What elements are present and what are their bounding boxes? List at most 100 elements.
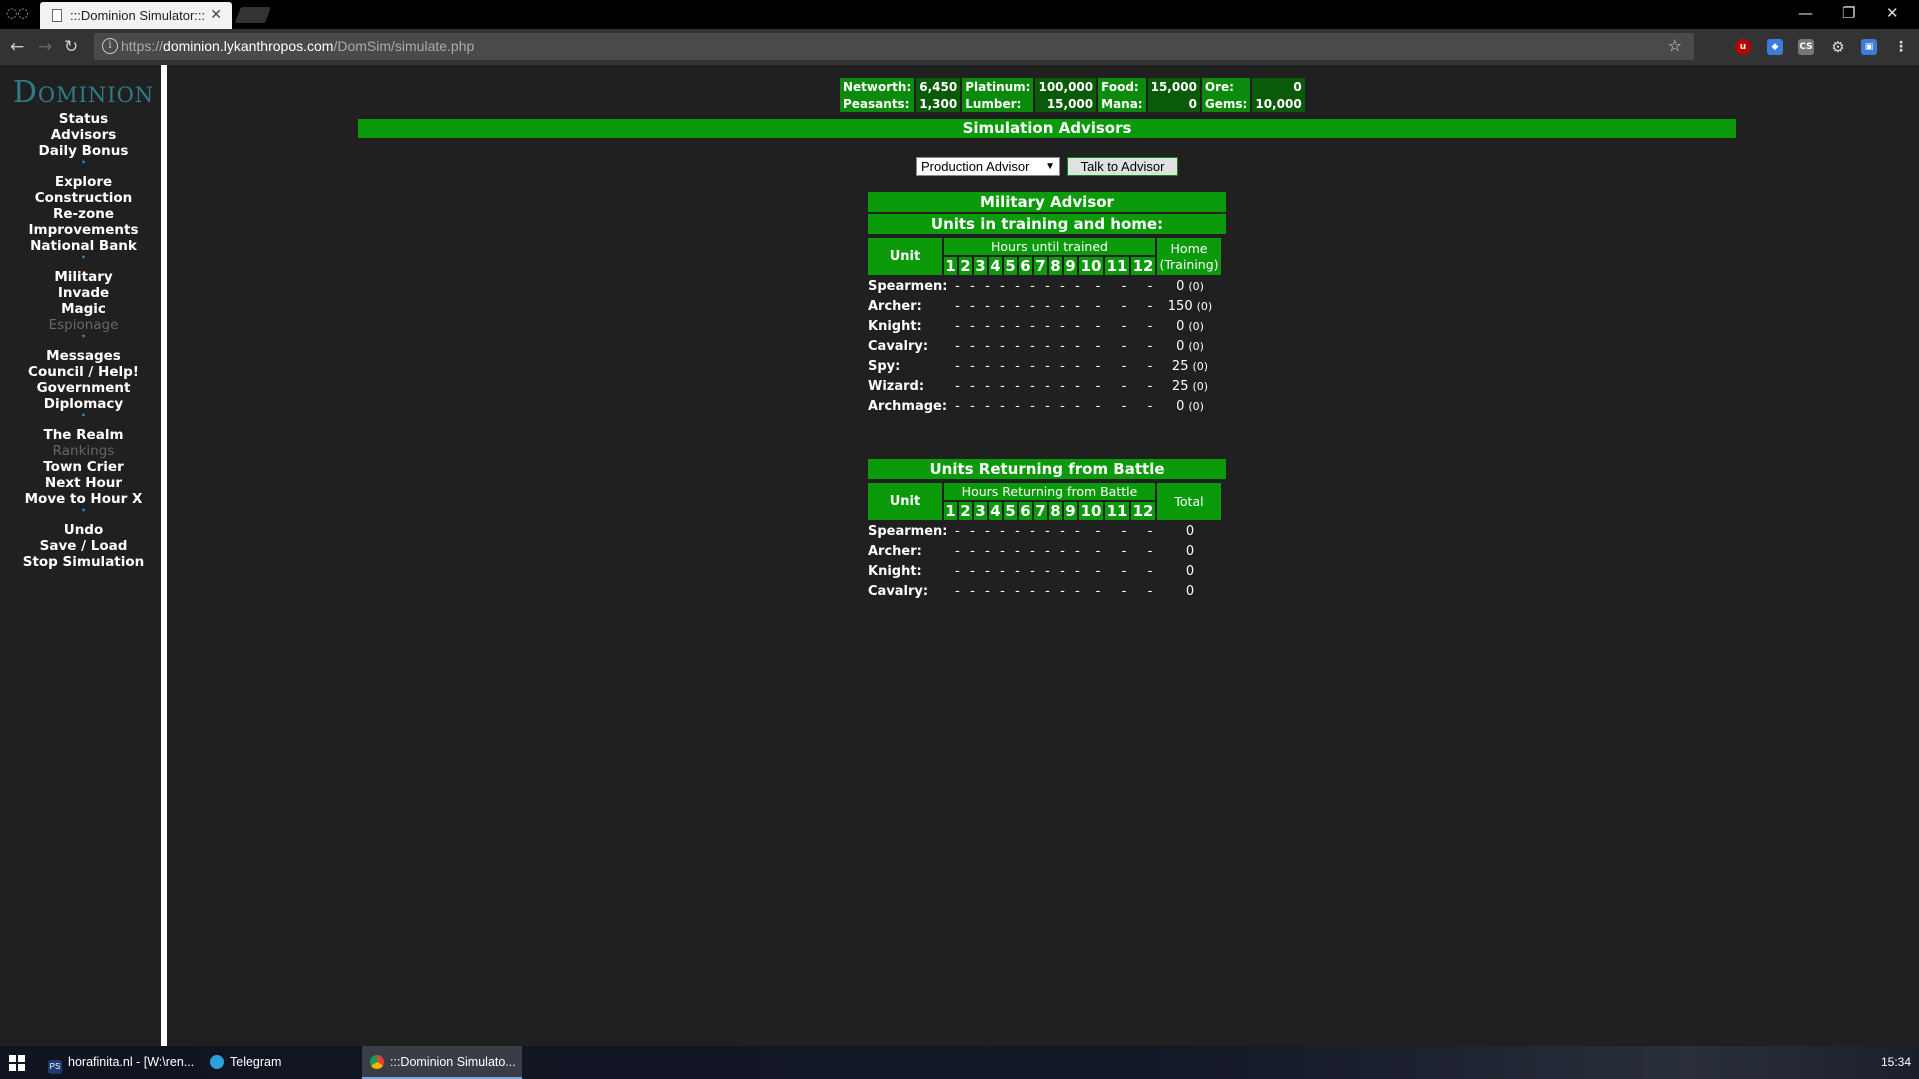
hour-cell: - [1075,279,1080,294]
hour-cell: - [1121,564,1127,579]
browser-tab[interactable]: :::Dominion Simulator::: ✕ [40,2,232,29]
hour-cell: - [1000,279,1005,294]
extension-icon[interactable]: ◆ [1767,39,1783,55]
sidebar-item-next-hour[interactable]: Next Hour [0,475,167,491]
site-info-icon[interactable]: i [102,38,118,54]
hour-cell: - [985,524,990,539]
hour-cell: - [1075,584,1080,599]
hour-cell: - [1000,379,1005,394]
sidebar-item-save-load[interactable]: Save / Load [0,538,167,554]
sidebar-item-diplomacy[interactable]: Diplomacy [0,396,167,412]
sidebar-item-the-realm[interactable]: The Realm [0,427,167,443]
reload-icon[interactable]: ↻ [64,37,78,57]
hour-cell: - [1015,299,1020,314]
training-title: Units in training and home: [868,214,1226,234]
hour-header: 6 [1019,502,1032,520]
hour-header: 10 [1079,502,1103,520]
sidebar-item-explore[interactable]: Explore [0,174,167,190]
sidebar-item-daily-bonus[interactable]: Daily Bonus [0,143,167,159]
windows-start-icon[interactable] [9,1055,25,1071]
sidebar-item-magic[interactable]: Magic [0,301,167,317]
hour-header: 10 [1079,257,1103,275]
unit-total: 25 (0) [1171,359,1209,374]
hour-cell: - [1030,319,1035,334]
extension-profile-icon[interactable]: ▣ [1861,39,1877,55]
sidebar-item-council-help[interactable]: Council / Help! [0,364,167,380]
chevron-down-icon: ▼ [1045,161,1055,172]
taskbar-item-chrome[interactable]: :::Dominion Simulato... [362,1046,522,1079]
hour-cell: - [1045,564,1050,579]
unit-total: 0 (0) [1176,319,1204,334]
sidebar-item-town-crier[interactable]: Town Crier [0,459,167,475]
sidebar-item-stop-simulation[interactable]: Stop Simulation [0,554,167,570]
back-icon[interactable]: ← [10,37,24,57]
unit-total: 0 [1185,584,1195,599]
hour-cell: - [1045,584,1050,599]
sidebar-item-improvements[interactable]: Improvements [0,222,167,238]
taskbar-item-telegram[interactable]: Telegram [206,1046,356,1079]
sidebar-item-move-to-hour-x[interactable]: Move to Hour X [0,491,167,507]
hour-header: 12 [1131,257,1155,275]
new-tab-button[interactable] [235,7,271,23]
sidebar-item-status[interactable]: Status [0,111,167,127]
browser-menu-icon[interactable]: ⋮ [1893,39,1909,55]
table-row: Spearmen: - - - - - - - - - - - - 0 [868,522,1226,542]
hour-cell: - [1060,279,1065,294]
talk-to-advisor-button[interactable]: Talk to Advisor [1067,157,1178,176]
tab-close-icon[interactable]: ✕ [210,7,222,23]
table-row: Spearmen: - - - - - - - - - - - - 0 (0) [868,277,1226,297]
peasants-value: 1,300 [916,95,961,112]
total-column-header: Total [1157,483,1221,520]
address-bar[interactable]: i https://dominion.lykanthropos.com/DomS… [94,33,1694,60]
hour-cell: - [1015,399,1020,414]
unit-total: 0 [1185,524,1195,539]
networth-value: 6,450 [916,78,961,95]
hour-cell: - [1060,544,1065,559]
hour-cells: ------------ [950,317,1163,337]
sidebar-item-military[interactable]: Military [0,269,167,285]
platinum-label: Platinum: [962,78,1034,95]
hour-cell: - [970,339,975,354]
menu-separator-icon: • [80,506,87,515]
hour-cell: - [1075,319,1080,334]
sidebar-item-invade[interactable]: Invade [0,285,167,301]
peasants-label: Peasants: [840,95,915,112]
hour-cell: - [1000,359,1005,374]
forward-icon[interactable]: → [38,37,52,57]
hour-cell: - [1060,399,1065,414]
bookmark-star-icon[interactable]: ☆ [1668,36,1682,55]
hour-cell: - [1075,564,1080,579]
sidebar-item-national-bank[interactable]: National Bank [0,238,167,254]
advisor-select[interactable]: Production Advisor ▼ [916,157,1060,176]
menu-separator-icon: • [80,411,87,420]
window-close-icon[interactable]: ✕ [1886,4,1899,22]
sidebar-item-government[interactable]: Government [0,380,167,396]
sidebar-item-re-zone[interactable]: Re-zone [0,206,167,222]
sidebar-item-advisors[interactable]: Advisors [0,127,167,143]
sidebar-item-construction[interactable]: Construction [0,190,167,206]
hour-header: 4 [989,257,1002,275]
minimize-icon[interactable]: — [1798,4,1813,22]
hour-cell: - [955,379,960,394]
hour-cell: - [970,299,975,314]
hour-cell: - [1045,279,1050,294]
unit-column-header: Unit [868,238,942,275]
extension-cs-icon[interactable]: CS [1798,39,1814,55]
sidebar-item-undo[interactable]: Undo [0,522,167,538]
url-text[interactable]: https://dominion.lykanthropos.com/DomSim… [121,38,474,54]
taskbar-item-powershell[interactable]: PS horafinita.nl - [W:\ren... [44,1046,204,1079]
hour-cell: - [970,544,975,559]
hour-header: 3 [974,257,987,275]
restore-icon[interactable]: ❐ [1842,4,1855,22]
hour-cells: ------------ [950,542,1163,562]
hour-cells: ------------ [950,522,1163,542]
mana-label: Mana: [1098,95,1146,112]
sidebar-menu: Status Advisors Daily Bonus • Explore Constru… [0,111,167,570]
hour-cell: - [1060,564,1065,579]
ublock-extension-icon[interactable]: u [1735,39,1751,55]
sidebar-item-messages[interactable]: Messages [0,348,167,364]
settings-gear-icon[interactable]: ⚙ [1830,39,1846,55]
hour-cell: - [1045,319,1050,334]
hour-cell: - [970,524,975,539]
hour-cell: - [1060,584,1065,599]
